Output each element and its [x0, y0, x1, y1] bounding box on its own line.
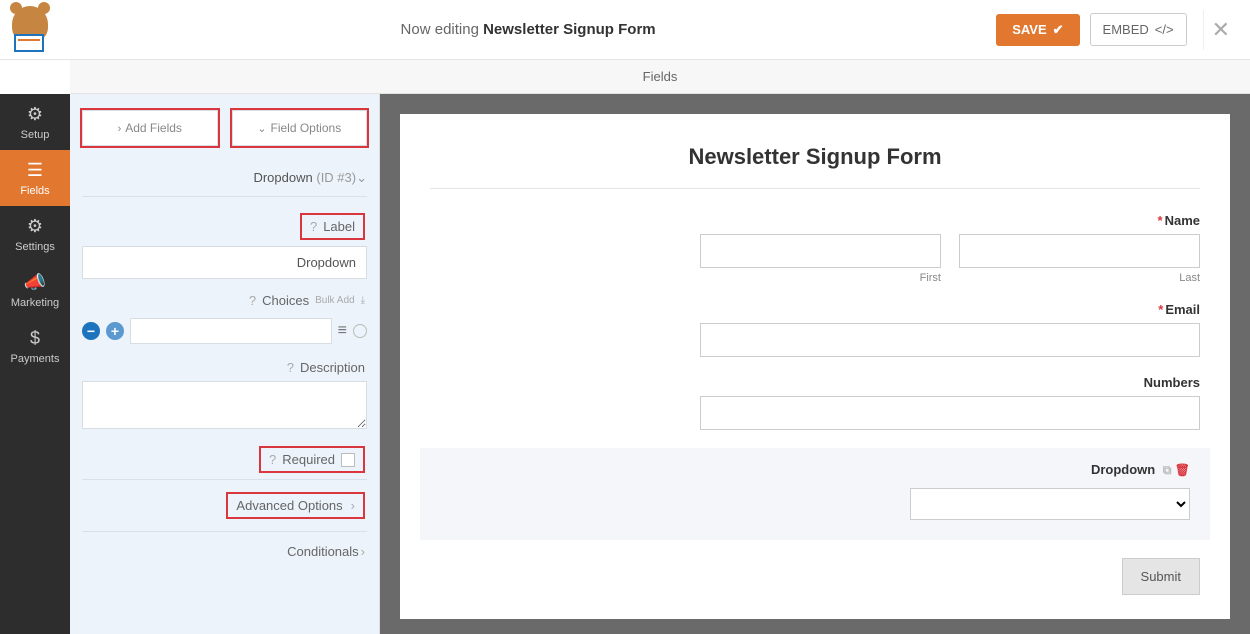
check-icon: ✔	[1053, 22, 1064, 38]
dropdown-select[interactable]	[910, 488, 1190, 520]
sliders-icon: ⚙	[27, 216, 43, 237]
upload-icon[interactable]: ⤓	[361, 295, 365, 306]
form-name: Newsletter Signup Form	[483, 21, 656, 38]
chevron-right-icon: ›	[118, 123, 122, 135]
help-icon[interactable]: ?	[269, 452, 276, 467]
last-sublabel: Last	[959, 272, 1200, 284]
editing-title: Now editing Newsletter Signup Form	[60, 21, 996, 38]
nav-marketing[interactable]: 📣Marketing	[0, 262, 70, 318]
top-bar: Now editing Newsletter Signup Form SAVE✔…	[0, 0, 1250, 60]
nav-fields[interactable]: ☰Fields	[0, 150, 70, 206]
first-sublabel: First	[700, 272, 941, 284]
advanced-options-toggle[interactable]: Advanced Options›	[82, 479, 367, 531]
submit-button[interactable]: Submit	[1122, 558, 1200, 595]
chevron-down-icon: ⌄	[257, 123, 266, 135]
label-heading: Label	[323, 219, 355, 234]
chevron-right-icon: ›	[361, 544, 365, 559]
left-nav: ⚙Setup ☰Fields ⚙Settings 📣Marketing $Pay…	[0, 94, 70, 634]
numbers-label: Numbers	[1144, 375, 1200, 390]
nav-setup[interactable]: ⚙Setup	[0, 94, 70, 150]
save-button[interactable]: SAVE✔	[996, 14, 1079, 46]
code-icon: </>	[1155, 22, 1174, 37]
embed-button[interactable]: EMBED</>	[1090, 13, 1187, 46]
dropdown-label: Dropdown	[1091, 462, 1155, 477]
last-name-input[interactable]	[959, 234, 1200, 268]
description-heading: Description	[300, 360, 365, 375]
nav-payments[interactable]: $Payments	[0, 318, 70, 374]
chevron-down-icon: ⌄	[356, 170, 367, 185]
sub-header: Fields	[70, 60, 1250, 94]
app-logo	[0, 0, 60, 60]
dollar-icon: $	[30, 328, 40, 349]
add-choice-button[interactable]: +	[106, 322, 124, 340]
required-checkbox[interactable]	[341, 453, 355, 467]
dropdown-field-block[interactable]: Dropdown ⧉ 🗑	[420, 448, 1210, 540]
form-title: Newsletter Signup Form	[430, 144, 1200, 170]
required-heading: Required	[282, 452, 335, 467]
delete-icon[interactable]: 🗑	[1175, 463, 1190, 477]
numbers-input[interactable]	[700, 396, 1200, 430]
email-label: Email	[1165, 302, 1200, 317]
tab-add-fields[interactable]: ›Add Fields	[82, 110, 218, 146]
name-label: Name	[1165, 213, 1200, 228]
choices-heading: Choices	[262, 293, 309, 308]
default-choice-radio[interactable]	[353, 324, 367, 338]
help-icon[interactable]: ?	[249, 293, 256, 308]
choice-input[interactable]	[130, 318, 332, 344]
drag-handle-icon[interactable]: ≡	[338, 322, 347, 340]
gear-icon: ⚙	[27, 104, 43, 125]
preview-canvas: Newsletter Signup Form *Name First Last …	[380, 94, 1250, 634]
field-heading[interactable]: Dropdown (ID #3)⌄	[82, 162, 367, 197]
help-icon[interactable]: ?	[287, 360, 294, 375]
nav-settings[interactable]: ⚙Settings	[0, 206, 70, 262]
description-input[interactable]	[82, 381, 367, 429]
list-icon: ☰	[27, 160, 43, 181]
first-name-input[interactable]	[700, 234, 941, 268]
label-input[interactable]	[82, 246, 367, 279]
close-icon[interactable]: ✕	[1203, 10, 1238, 50]
field-options-panel: ›Add Fields ⌄Field Options Dropdown (ID …	[70, 94, 380, 634]
editing-prefix: Now editing	[401, 21, 484, 38]
tab-field-options[interactable]: ⌄Field Options	[232, 110, 368, 146]
megaphone-icon: 📣	[24, 272, 46, 293]
email-input[interactable]	[700, 323, 1200, 357]
chevron-right-icon: ›	[351, 498, 355, 513]
bulk-add-link[interactable]: Bulk Add	[315, 295, 354, 306]
duplicate-icon[interactable]: ⧉	[1163, 463, 1172, 477]
conditionals-toggle[interactable]: Conditionals›	[82, 531, 367, 571]
help-icon[interactable]: ?	[310, 219, 317, 234]
remove-choice-button[interactable]: −	[82, 322, 100, 340]
